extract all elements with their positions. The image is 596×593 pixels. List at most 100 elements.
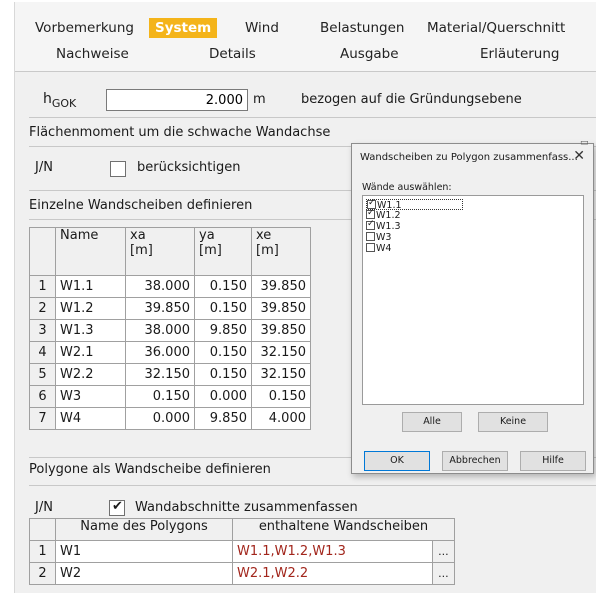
cell-name[interactable]: W3: [55, 385, 126, 408]
table-row[interactable]: 7 W4 0.000 9.850 4.000: [29, 407, 311, 430]
row-number: 1: [29, 275, 56, 298]
table-row[interactable]: 5 W2.2 32.150 0.150 32.150: [29, 363, 311, 386]
cell-walls[interactable]: W1.1,W1.2,W1.3: [232, 540, 433, 563]
col-header-ya: ya [m]: [194, 227, 252, 276]
table-row[interactable]: 1 W1.1 38.000 0.150 39.850: [29, 275, 311, 298]
table-row[interactable]: 2 W1.2 39.850 0.150 39.850: [29, 297, 311, 320]
cell-xe[interactable]: 4.000: [251, 407, 311, 430]
help-button[interactable]: Hilfe: [520, 451, 586, 471]
beruecksichtigen-checkbox[interactable]: [110, 161, 126, 177]
list-item[interactable]: W3: [366, 232, 391, 243]
cell-polygon-name[interactable]: W2: [55, 562, 233, 585]
zusammenfassen-label: Wandabschnitte zusammenfassen: [135, 500, 358, 515]
table-row[interactable]: 4 W2.1 36.000 0.150 32.150: [29, 341, 311, 364]
tab-erlaeuterung[interactable]: Erläuterung: [480, 46, 560, 62]
wandscheiben-table: Name xa [m] ya [m] xe [m] 1 W1.1 38.000 0.1…: [29, 227, 311, 430]
cell-name[interactable]: W2.1: [55, 341, 126, 364]
list-item[interactable]: W4: [366, 243, 391, 254]
row-number: 2: [29, 297, 56, 320]
wandscheiben-title: Einzelne Wandscheiben definieren: [29, 198, 253, 213]
row-number: 2: [29, 562, 56, 585]
hgok-note: bezogen auf die Gründungsebene: [301, 92, 522, 107]
close-icon[interactable]: ✕: [573, 148, 585, 164]
separator: [29, 485, 596, 486]
checkbox[interactable]: [366, 208, 375, 219]
corner-cell: [29, 518, 56, 541]
cell-walls[interactable]: W2.1,W2.2: [232, 562, 433, 585]
cell-name[interactable]: W1.1: [55, 275, 126, 298]
flaechenmoment-jn-label: J/N: [35, 160, 53, 175]
cell-ya[interactable]: 0.150: [194, 363, 252, 386]
list-item[interactable]: W1.3: [366, 219, 401, 232]
cell-xe[interactable]: 32.150: [251, 341, 311, 364]
tab-vorbemerkung[interactable]: Vorbemerkung: [35, 20, 134, 36]
cell-xa[interactable]: 0.000: [125, 407, 195, 430]
col-header-xa: xa [m]: [125, 227, 195, 276]
table-row[interactable]: 1 W1 W1.1,W1.2,W1.3 ...: [29, 540, 456, 563]
cell-polygon-name[interactable]: W1: [55, 540, 233, 563]
cell-xa[interactable]: 0.150: [125, 385, 195, 408]
select-all-button[interactable]: Alle: [402, 412, 462, 432]
select-walls-dialog: Wandscheiben zu Polygon zusammenfass... …: [351, 143, 594, 474]
tab-ausgabe[interactable]: Ausgabe: [340, 46, 399, 62]
cell-name[interactable]: W1.2: [55, 297, 126, 320]
tab-details[interactable]: Details: [209, 46, 256, 62]
select-walls-button[interactable]: ...: [431, 562, 456, 585]
cell-ya[interactable]: 9.850: [194, 407, 252, 430]
cell-xe[interactable]: 39.850: [251, 275, 311, 298]
hgok-label: hGOK: [43, 91, 77, 110]
flaechenmoment-title: Flächenmoment um die schwache Wandachse: [29, 125, 331, 140]
cancel-button[interactable]: Abbrechen: [442, 451, 508, 471]
tab-nachweise[interactable]: Nachweise: [56, 46, 129, 62]
tab-material-querschnitt[interactable]: Material/Querschnitt: [427, 20, 565, 36]
cell-ya[interactable]: 0.150: [194, 275, 252, 298]
col-header-name: Name: [55, 227, 126, 276]
col-header-polygon-name: Name des Polygons: [55, 518, 233, 541]
cell-xe[interactable]: 0.150: [251, 385, 311, 408]
cell-xe[interactable]: 39.850: [251, 297, 311, 320]
zusammenfassen-checkbox[interactable]: [109, 499, 125, 516]
tab-wind[interactable]: Wind: [245, 20, 279, 36]
cell-ya[interactable]: 0.150: [194, 341, 252, 364]
cell-xa[interactable]: 38.000: [125, 275, 195, 298]
checkbox[interactable]: [366, 232, 375, 241]
tab-system[interactable]: System: [149, 18, 218, 38]
select-none-button[interactable]: Keine: [478, 412, 548, 432]
checkbox[interactable]: [366, 243, 375, 252]
select-walls-button[interactable]: ...: [431, 540, 456, 563]
collapse-icon[interactable]: ▭: [580, 138, 590, 148]
hgok-input[interactable]: [106, 89, 248, 111]
tab-belastungen[interactable]: Belastungen: [320, 20, 404, 36]
cell-ya[interactable]: 0.000: [194, 385, 252, 408]
table-row[interactable]: 6 W3 0.150 0.000 0.150: [29, 385, 311, 408]
cell-name[interactable]: W2.2: [55, 363, 126, 386]
cell-xa[interactable]: 36.000: [125, 341, 195, 364]
polygone-table: Name des Polygons enthaltene Wandscheibe…: [29, 518, 456, 585]
table-row[interactable]: 2 W2 W2.1,W2.2 ...: [29, 562, 456, 585]
cell-ya[interactable]: 9.850: [194, 319, 252, 342]
cell-xa[interactable]: 39.850: [125, 297, 195, 320]
ok-button[interactable]: OK: [364, 451, 430, 471]
cell-xe[interactable]: 39.850: [251, 319, 311, 342]
dialog-title: Wandscheiben zu Polygon zusammenfass...: [360, 152, 578, 163]
row-number: 5: [29, 363, 56, 386]
cell-xa[interactable]: 38.000: [125, 319, 195, 342]
row-number: 7: [29, 407, 56, 430]
cell-xa[interactable]: 32.150: [125, 363, 195, 386]
list-item[interactable]: W1.1: [366, 198, 463, 211]
cell-xe[interactable]: 32.150: [251, 363, 311, 386]
separator: [29, 117, 596, 118]
row-number: 3: [29, 319, 56, 342]
cell-name[interactable]: W4: [55, 407, 126, 430]
corner-cell: [29, 227, 56, 276]
row-number: 4: [29, 341, 56, 364]
cell-name[interactable]: W1.3: [55, 319, 126, 342]
cell-ya[interactable]: 0.150: [194, 297, 252, 320]
checkbox[interactable]: [366, 219, 375, 230]
col-header-xe: xe [m]: [251, 227, 311, 276]
walls-list[interactable]: W1.1 W1.2 W1.3 W3 W4: [362, 195, 584, 405]
polygone-title: Polygone als Wandscheibe definieren: [29, 462, 271, 477]
row-number: 6: [29, 385, 56, 408]
table-row[interactable]: 3 W1.3 38.000 9.850 39.850: [29, 319, 311, 342]
beruecksichtigen-label: berücksichtigen: [137, 160, 241, 175]
